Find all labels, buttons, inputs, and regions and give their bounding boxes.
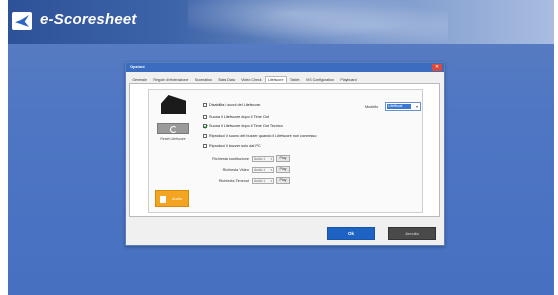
tab-regole[interactable]: Regole di federazione xyxy=(150,76,191,83)
dialog-title: Opzioni xyxy=(130,64,145,69)
checkbox-label: Suona il Litefscore dopo il Time Out Tec… xyxy=(209,124,283,128)
refresh-icon xyxy=(170,126,177,133)
checkbox-label: Riproduci il buzzer solo dal PC xyxy=(209,144,261,148)
chevron-down-icon: ▾ xyxy=(270,178,272,183)
play-button[interactable]: Play xyxy=(276,177,290,184)
sound-select[interactable]: Audio 1 ▾ xyxy=(252,166,274,173)
reset-label: Reset Litefscore xyxy=(160,137,186,141)
dialog-titlebar: Opzioni ✕ xyxy=(126,63,444,72)
checkbox-row[interactable]: Riproduci il suono del buzzer quando il … xyxy=(203,133,316,139)
model-value: Litefboal xyxy=(387,104,411,109)
tab-vis-configuration[interactable]: VIS Configuration xyxy=(303,76,338,83)
checkbox-row[interactable]: Suona il Litefscore dopo il Time Out xyxy=(203,114,269,120)
checkbox-label: Suona il Litefscore dopo il Time Out xyxy=(209,115,269,119)
checkbox-4[interactable] xyxy=(203,144,207,148)
sound-row: Richiesta sostituzione Audio 1 ▾ Play xyxy=(205,155,290,162)
checkbox-row[interactable]: Suona il Litefscore dopo il Time Out Tec… xyxy=(203,123,283,129)
audio-button[interactable]: Audio xyxy=(155,190,189,207)
tab-playboard[interactable]: Playboard xyxy=(337,76,360,83)
options-dialog: Opzioni ✕ Generale Regole di federazione… xyxy=(125,62,445,246)
litefscore-settings-panel: Reset Litefscore Audio Disabilita i suon… xyxy=(148,89,423,213)
cancel-button[interactable]: Annulla xyxy=(388,227,436,240)
sound-select[interactable]: Audio 1 ▾ xyxy=(252,177,274,184)
tab-generale[interactable]: Generale xyxy=(129,76,150,83)
checkbox-3[interactable] xyxy=(203,134,207,138)
document-icon xyxy=(160,196,166,203)
checkbox-row[interactable]: Disabilita i suoni del Litefscore. xyxy=(203,102,261,108)
device-image xyxy=(161,95,186,114)
sound-label: Richiesta sostituzione xyxy=(212,156,249,161)
tab-panel: Reset Litefscore Audio Disabilita i suon… xyxy=(129,83,440,217)
play-button[interactable]: Play xyxy=(276,166,290,173)
sound-label: Richiesta Timeout xyxy=(218,178,249,183)
sound-row: Richiesta Timeout Audio 1 ▾ Play xyxy=(205,177,290,184)
app-logo-icon xyxy=(12,12,32,30)
ok-button[interactable]: Ok xyxy=(327,227,375,240)
play-button[interactable]: Play xyxy=(276,155,290,162)
chevron-down-icon: ▾ xyxy=(415,104,418,109)
checkbox-row[interactable]: Riproduci il buzzer solo dal PC xyxy=(203,143,261,149)
checkbox-2[interactable] xyxy=(203,124,207,128)
checkbox-label: Disabilita i suoni del Litefscore. xyxy=(209,103,262,107)
tab-litefscore[interactable]: Litefscore xyxy=(264,76,287,83)
close-icon[interactable]: ✕ xyxy=(432,64,442,71)
audio-button-label: Audio xyxy=(172,197,182,201)
model-label: Modello xyxy=(365,105,379,109)
model-select[interactable]: Litefboal ▾ xyxy=(385,102,421,111)
sound-row: Richiesta Video Audio 1 ▾ Play xyxy=(205,166,290,173)
reset-button[interactable] xyxy=(157,123,189,134)
header-hands-image xyxy=(188,0,448,44)
tab-stats-data[interactable]: Stats Data xyxy=(215,76,238,83)
checkbox-0[interactable] xyxy=(203,103,207,107)
sound-select[interactable]: Audio 1 ▾ xyxy=(252,155,274,162)
screen: e-Scoresheet Opzioni ✕ Generale Regole d… xyxy=(0,0,558,295)
app-title: e-Scoresheet xyxy=(40,11,137,28)
tab-tablet[interactable]: Tablet xyxy=(287,76,303,83)
tab-video-check[interactable]: Video Check xyxy=(238,76,265,83)
chevron-down-icon: ▾ xyxy=(270,167,272,172)
tab-scoreatixa[interactable]: Scoreatixa xyxy=(192,76,215,83)
checkbox-1[interactable] xyxy=(203,115,207,119)
chevron-down-icon: ▾ xyxy=(270,156,272,161)
checkbox-label: Riproduci il suono del buzzer quando il … xyxy=(209,134,317,138)
sound-label: Richiesta Video xyxy=(222,167,249,172)
